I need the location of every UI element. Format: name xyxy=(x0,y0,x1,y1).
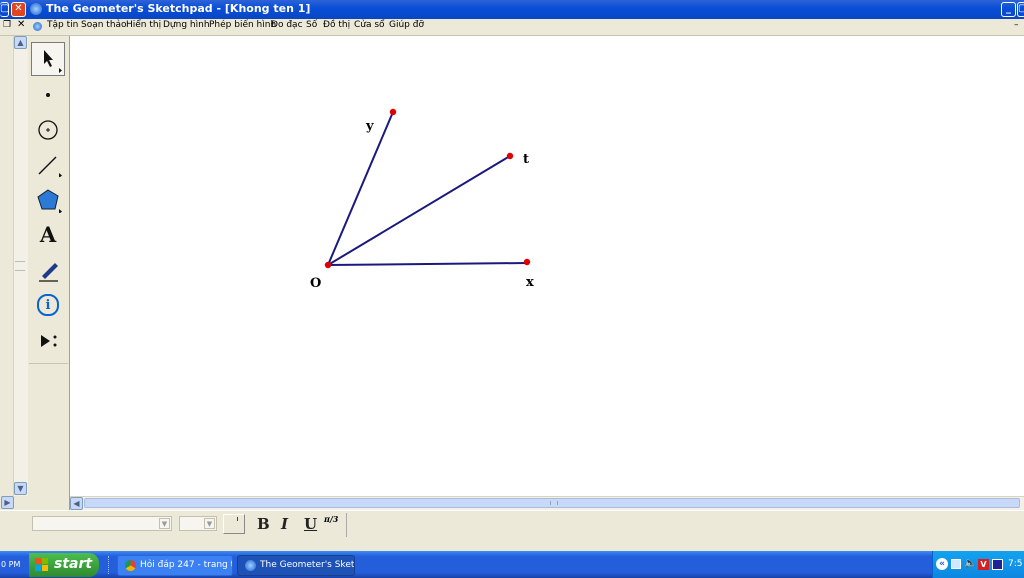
text-color-button[interactable] xyxy=(223,514,245,534)
size-select-arrow-icon: ▼ xyxy=(204,518,215,529)
text-tool[interactable]: A xyxy=(31,217,65,251)
keyboard-icon[interactable] xyxy=(992,559,1003,570)
straightedge-icon xyxy=(38,156,62,177)
scroll-grip[interactable] xyxy=(15,261,25,271)
point-y[interactable] xyxy=(389,108,397,116)
menu-measure[interactable]: Đo đạc xyxy=(271,20,303,30)
maximize-icon[interactable]: ▢ xyxy=(1017,2,1024,17)
menu-number[interactable]: Số xyxy=(306,20,317,30)
task-button-sketchpad[interactable]: The Geometer's Sketc... xyxy=(237,555,355,576)
doc-restore-icon[interactable]: ❐ xyxy=(3,20,11,30)
point-o[interactable] xyxy=(324,261,332,269)
compass-tool[interactable] xyxy=(31,111,65,145)
arrow-icon xyxy=(44,50,62,73)
close-icon[interactable]: ✕ xyxy=(11,2,26,17)
point-tool[interactable] xyxy=(31,76,65,110)
menu-file[interactable]: Tập tin xyxy=(47,20,78,30)
custom-tool[interactable] xyxy=(31,323,65,357)
volume-icon[interactable]: 🔈 xyxy=(964,558,976,569)
doc-minimize-icon[interactable]: – xyxy=(1014,20,1019,30)
marker-icon xyxy=(39,263,58,282)
minimize-icon[interactable]: _ xyxy=(1001,2,1016,17)
sketchpad-app-icon xyxy=(30,3,42,15)
menu-transform[interactable]: Phép biến hình xyxy=(209,20,276,30)
start-label: start xyxy=(54,556,93,572)
document-icon xyxy=(33,22,42,31)
ray-ox[interactable] xyxy=(327,262,528,266)
font-size-select[interactable]: ▼ xyxy=(179,516,217,531)
arrow-tool[interactable] xyxy=(31,42,65,76)
network-icon[interactable] xyxy=(951,559,961,569)
menu-window[interactable]: Cửa sổ xyxy=(354,20,385,30)
system-tray: « 🔈 V 7:5 xyxy=(932,551,1024,578)
doc-close-icon[interactable]: ✕ xyxy=(17,19,25,30)
info-icon: i xyxy=(37,294,59,316)
tray-collapse-icon[interactable]: « xyxy=(936,558,948,570)
label-y[interactable]: y xyxy=(365,119,374,134)
label-x[interactable]: x xyxy=(526,275,534,290)
custom-tool-icon xyxy=(41,335,57,347)
sketchpad-task-icon xyxy=(245,560,256,571)
italic-button[interactable]: I xyxy=(281,515,288,533)
task-button-browser[interactable]: Hỏi đáp 247 - trang tr... xyxy=(117,555,233,576)
sketch-drawing[interactable]: O x y t xyxy=(70,36,1024,496)
marker-tool[interactable] xyxy=(31,252,65,286)
label-o[interactable]: O xyxy=(310,276,321,291)
point-icon xyxy=(46,93,50,97)
windows-logo-icon xyxy=(35,558,49,572)
scroll-thumb[interactable] xyxy=(84,498,1020,508)
sketch-canvas[interactable]: O x y t xyxy=(70,36,1024,496)
label-t[interactable]: t xyxy=(523,152,529,167)
restore-icon[interactable]: ▢ xyxy=(0,2,9,17)
scroll-left-icon[interactable]: ◀ xyxy=(70,497,83,510)
chrome-icon xyxy=(125,560,136,571)
ray-oy[interactable] xyxy=(327,111,394,266)
font-select-arrow-icon: ▼ xyxy=(159,518,170,529)
title-bar: ▢ ✕ The Geometer's Sketchpad - [Khong te… xyxy=(0,0,1024,19)
scroll-up-icon[interactable]: ▲ xyxy=(14,36,27,49)
color-tick xyxy=(237,517,238,521)
left-clock-fragment: 0 PM xyxy=(1,560,21,569)
text-toolbar: ▼ ▼ B I U π/3 xyxy=(0,510,1024,541)
underline-button[interactable]: U xyxy=(304,515,317,533)
polygon-icon xyxy=(37,189,62,213)
antivirus-icon[interactable]: V xyxy=(978,559,989,570)
toolbox-divider xyxy=(29,363,68,364)
task-label-browser: Hỏi đáp 247 - trang tr... xyxy=(140,560,232,570)
point-x[interactable] xyxy=(523,258,531,266)
toolbox: A i xyxy=(29,36,70,510)
menu-help[interactable]: Giúp đỡ xyxy=(389,20,424,30)
window-title: The Geometer's Sketchpad - [Khong ten 1] xyxy=(46,2,311,15)
menu-edit[interactable]: Soạn thảo xyxy=(81,20,127,30)
compass-icon xyxy=(38,120,58,140)
task-label-sketchpad: The Geometer's Sketc... xyxy=(260,560,355,570)
scroll-thumb-grip xyxy=(550,501,558,505)
tray-clock: 7:5 xyxy=(1008,559,1023,569)
text-tool-glyph: A xyxy=(39,221,57,247)
menu-display[interactable]: Hiển thị xyxy=(126,20,161,30)
quicklaunch-grip xyxy=(108,556,112,574)
math-format-button[interactable]: π/3 xyxy=(324,514,338,524)
menu-bar: ❐ ✕ Tập tin Soạn thảo Hiển thị Dựng hình… xyxy=(0,19,1024,36)
polygon-tool[interactable] xyxy=(31,182,65,216)
start-button[interactable]: start xyxy=(29,553,99,577)
bold-button[interactable]: B xyxy=(257,515,270,533)
information-tool[interactable]: i xyxy=(31,288,65,322)
scroll-right-small-icon[interactable]: ▶ xyxy=(1,496,14,509)
point-t[interactable] xyxy=(506,152,514,160)
menu-graph[interactable]: Đồ thị xyxy=(323,20,350,30)
menu-construct[interactable]: Dựng hình xyxy=(163,20,210,30)
vertical-scrollbar[interactable]: ▲ ▼ xyxy=(13,36,28,496)
straightedge-tool[interactable] xyxy=(31,146,65,180)
ray-ot[interactable] xyxy=(327,155,511,266)
textbar-separator xyxy=(346,513,347,537)
font-family-select[interactable]: ▼ xyxy=(32,516,172,531)
horizontal-scrollbar[interactable]: ◀ xyxy=(70,496,1024,511)
scroll-down-icon[interactable]: ▼ xyxy=(14,482,27,495)
